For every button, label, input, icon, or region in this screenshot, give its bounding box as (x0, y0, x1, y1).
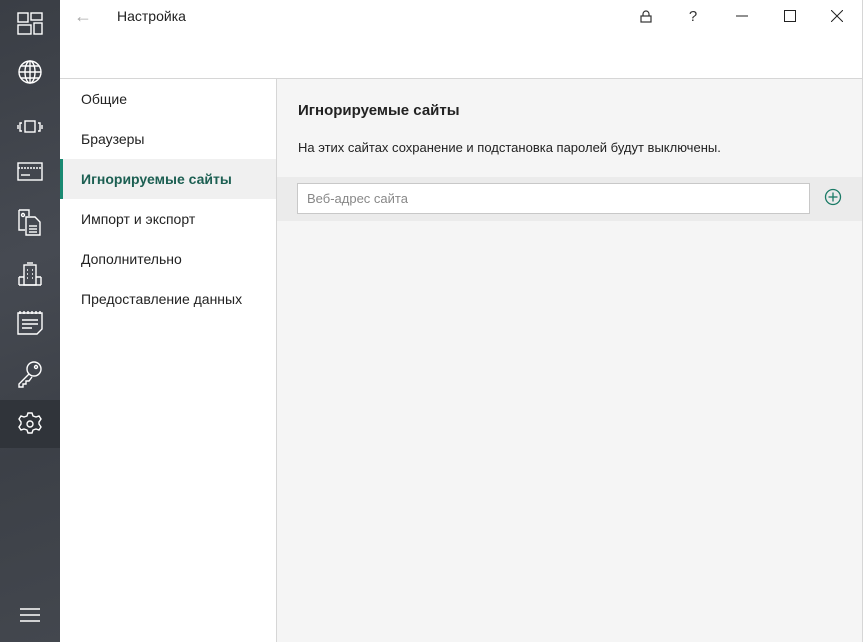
hamburger-icon[interactable] (0, 591, 60, 639)
close-button[interactable] (814, 0, 860, 32)
key-icon[interactable] (0, 350, 60, 398)
building-icon[interactable] (0, 250, 60, 298)
settings-nav: Общие Браузеры Игнорируемые сайты Импорт… (60, 79, 277, 642)
dashboard-icon[interactable] (0, 0, 60, 48)
page-title: Игнорируемые сайты (298, 102, 460, 119)
globe-icon[interactable] (0, 48, 60, 96)
notes-icon[interactable] (0, 299, 60, 347)
site-url-input[interactable] (297, 183, 810, 214)
add-site-row (277, 177, 862, 221)
credit-card-icon[interactable] (0, 148, 60, 196)
content-panel: Игнорируемые сайты На этих сайтах сохран… (277, 79, 862, 642)
app-sidebar (0, 0, 60, 642)
window-title: Настройка (117, 8, 186, 24)
arrow-left-icon[interactable]: ← (74, 6, 92, 27)
nav-item-data-sharing[interactable]: Предоставление данных (60, 279, 276, 319)
nav-item-import-export[interactable]: Импорт и экспорт (60, 199, 276, 239)
settings-gear-icon[interactable] (0, 400, 60, 448)
minimize-button[interactable] (719, 0, 765, 32)
add-circle-icon[interactable] (824, 188, 842, 206)
title-bar: ← Настройка ? (60, 0, 863, 79)
documents-icon[interactable] (0, 198, 60, 246)
nav-item-advanced[interactable]: Дополнительно (60, 239, 276, 279)
help-button[interactable]: ? (670, 0, 716, 32)
nav-item-ignored-sites[interactable]: Игнорируемые сайты (60, 159, 276, 199)
maximize-button[interactable] (767, 0, 813, 32)
scan-icon[interactable] (0, 103, 60, 151)
nav-item-browsers[interactable]: Браузеры (60, 119, 276, 159)
page-description: На этих сайтах сохранение и подстановка … (298, 140, 721, 155)
lock-icon[interactable] (623, 0, 669, 32)
nav-item-general[interactable]: Общие (60, 79, 276, 119)
